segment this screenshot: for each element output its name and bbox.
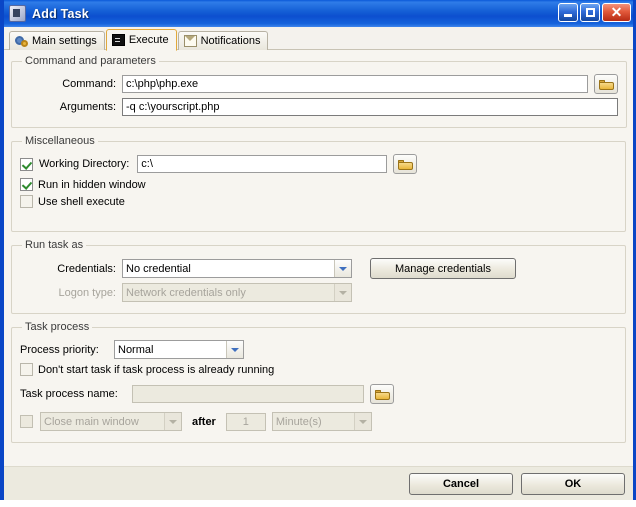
minimize-button[interactable] [558,3,578,22]
minimize-icon [564,14,572,17]
task-process-name-row: Task process name: [20,384,617,404]
credentials-label: Credentials: [57,262,116,275]
mail-icon [183,35,197,47]
task-process-name-input [132,385,364,403]
chevron-down-icon [226,341,243,358]
process-priority-value: Normal [118,343,154,356]
group-miscellaneous: Miscellaneous Working Directory: Run in … [11,135,626,232]
tab-main-settings[interactable]: Main settings [9,31,105,50]
run-in-hidden-window-checkbox[interactable] [20,178,33,191]
group-run-task-as-legend: Run task as [25,239,84,251]
logon-type-value: Network credentials only [126,286,246,299]
task-process-name-label: Task process name: [20,388,118,400]
logon-type-label: Logon type: [58,286,117,299]
process-priority-label: Process priority: [20,343,99,356]
close-icon: ✕ [610,4,623,20]
ok-button[interactable]: OK [521,472,625,495]
tab-notifications[interactable]: Notifications [177,31,269,50]
group-miscellaneous-legend: Miscellaneous [25,135,95,147]
close-action-dropdown: Close main window [40,412,182,431]
working-directory-browse-button[interactable] [393,154,418,174]
close-action-value: Close main window [44,415,139,428]
arguments-row: Arguments: [20,98,618,116]
manage-credentials-button[interactable]: Manage credentials [370,258,516,279]
maximize-button[interactable] [580,3,600,22]
window-title: Add Task [32,6,89,21]
folder-icon [398,160,414,170]
run-in-hidden-window-label: Run in hidden window [38,178,146,191]
working-directory-label: Working Directory: [39,158,130,170]
working-directory-input[interactable] [137,155,388,173]
time-unit-value: Minute(s) [275,415,322,428]
dont-start-if-running-checkbox[interactable] [20,363,33,376]
maximize-icon [586,8,595,17]
use-shell-execute-checkbox[interactable] [20,195,33,208]
task-process-name-browse-button [370,384,394,404]
app-icon [9,5,26,22]
group-command-and-parameters: Command and parameters Command: Argument… [11,55,627,128]
cancel-button[interactable]: Cancel [409,472,513,495]
working-directory-row: Working Directory: [20,154,617,174]
credentials-dropdown[interactable]: No credential [122,259,352,278]
command-input[interactable] [122,75,588,93]
folder-icon [599,80,614,90]
logon-type-dropdown: Network credentials only [122,283,352,302]
process-priority-row: Process priority: Normal [20,340,617,359]
tab-strip: Main settings Execute Notifications [4,27,633,51]
credentials-row: Credentials: No credential Manage creden… [20,258,617,279]
shell-execute-row: Use shell execute [20,195,617,208]
after-amount-input [225,412,266,431]
logon-type-row: Logon type: Network credentials only [20,283,617,302]
time-unit-dropdown: Minute(s) [271,412,372,431]
window-controls: ✕ [558,3,631,22]
process-priority-dropdown[interactable]: Normal [114,340,244,359]
title-bar: Add Task ✕ [4,0,633,27]
close-main-window-checkbox [20,415,33,428]
chevron-down-icon [164,413,181,430]
dont-start-if-running-label: Don't start task if task process is alre… [38,363,275,376]
gears-icon [15,35,28,47]
tab-execute[interactable]: Execute [105,29,177,51]
group-task-process: Task process Process priority: Normal Do… [11,321,626,443]
dialog-client-area: Main settings Execute Notifications Comm… [4,27,633,500]
dialog-footer: Cancel OK [4,466,633,500]
chevron-down-icon [334,260,351,277]
group-command-legend: Command and parameters [25,55,156,67]
tab-notifications-label: Notifications [200,35,261,47]
group-task-process-legend: Task process [25,321,90,333]
command-label: Command: [62,78,116,90]
tab-main-settings-label: Main settings [32,35,97,47]
group-run-task-as: Run task as Credentials: No credential M… [11,239,626,314]
after-label: after [192,415,216,428]
close-main-window-row: Close main window after Minute(s) [20,412,617,431]
working-directory-checkbox[interactable] [20,157,33,171]
credentials-value: No credential [126,262,191,275]
arguments-input[interactable] [122,98,618,116]
command-browse-button[interactable] [594,74,618,94]
folder-icon [375,390,390,400]
execute-tab-panel: Command and parameters Command: Argument… [4,50,633,500]
add-task-dialog: Add Task ✕ Main settings Execute Notific… [0,0,636,500]
run-hidden-row: Run in hidden window [20,178,617,191]
use-shell-execute-label: Use shell execute [38,195,125,208]
chevron-down-icon [353,413,371,430]
dont-start-row: Don't start task if task process is alre… [20,363,617,376]
close-button[interactable]: ✕ [602,3,631,22]
chevron-down-icon [334,284,351,301]
console-icon [111,34,125,46]
arguments-label: Arguments: [59,101,116,113]
command-row: Command: [20,74,618,94]
tab-execute-label: Execute [128,34,169,46]
